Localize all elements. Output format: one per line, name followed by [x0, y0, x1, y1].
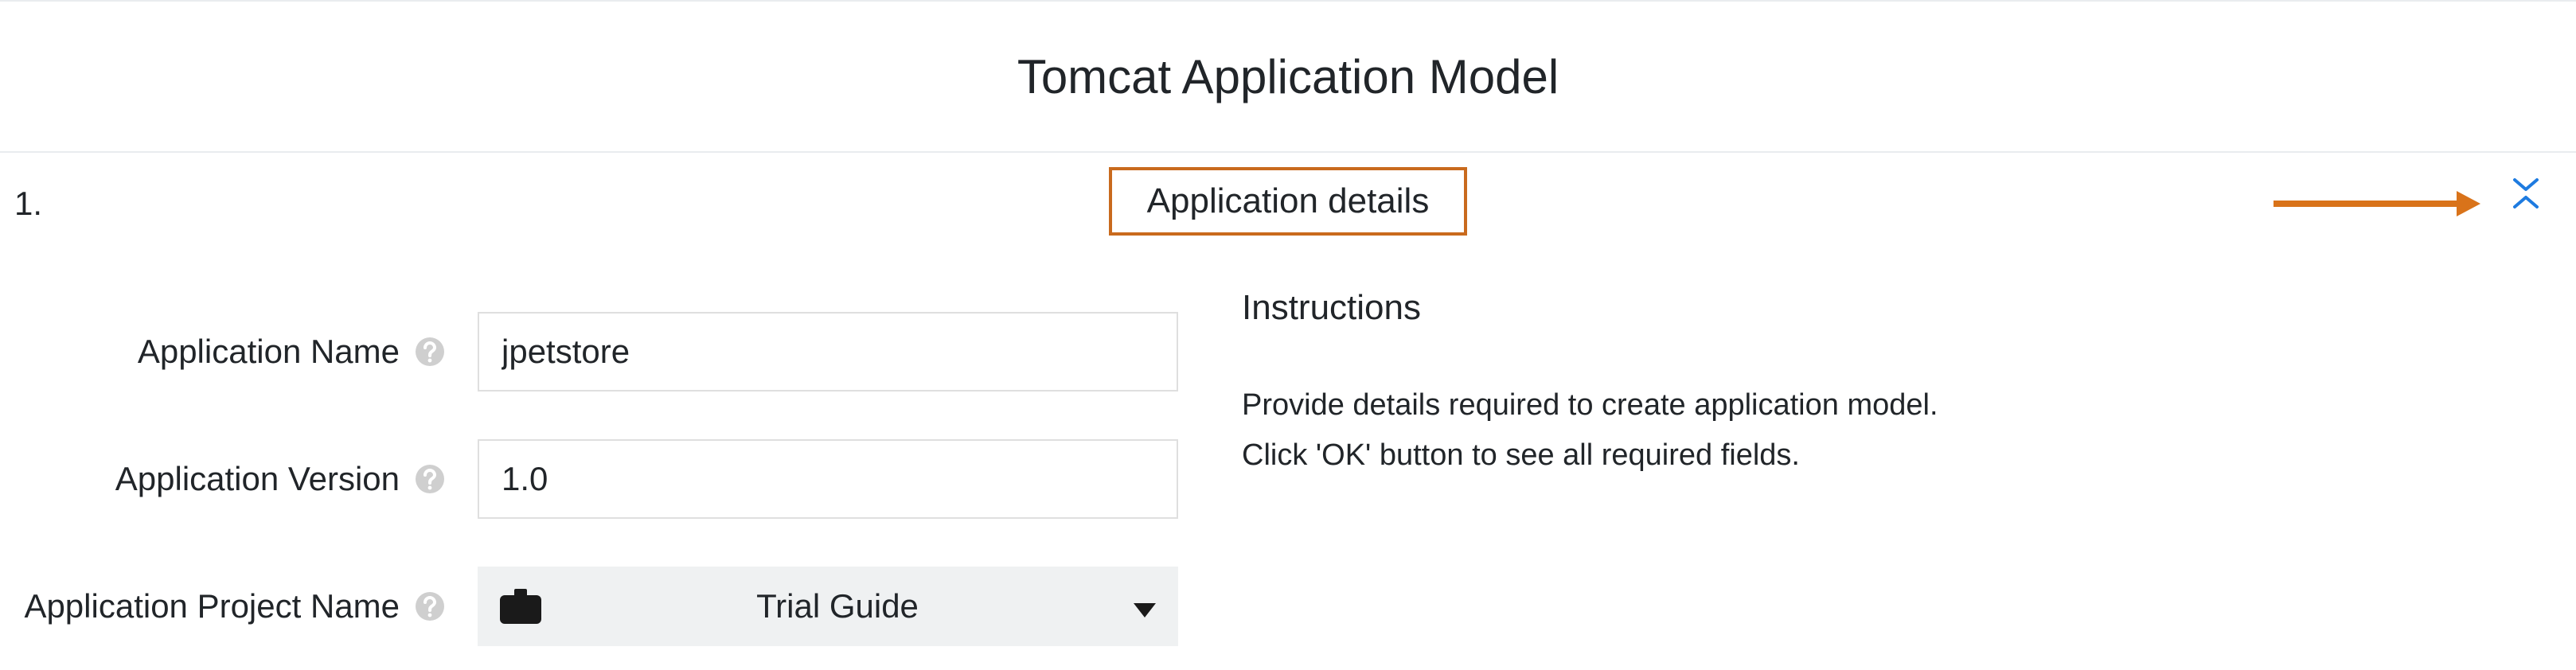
- chevron-up-icon: [2512, 194, 2539, 210]
- instructions-panel: Instructions Provide details required to…: [1242, 288, 2277, 484]
- section-heading-wrap: Application details: [0, 167, 2576, 236]
- expand-collapse-toggle[interactable]: [2512, 177, 2539, 210]
- instructions-line-2: Click 'OK' button to see all required fi…: [1242, 434, 2277, 477]
- label-application-version: Application Version: [0, 460, 454, 498]
- section-application-details: 1. Application details Appli: [0, 153, 2576, 169]
- label-application-project: Application Project Name: [0, 587, 454, 625]
- help-icon[interactable]: [414, 336, 446, 368]
- application-name-input[interactable]: [478, 312, 1178, 391]
- briefcase-icon: [500, 589, 541, 624]
- project-select[interactable]: Trial Guide: [478, 567, 1178, 646]
- section-heading: Application details: [1109, 167, 1468, 236]
- row-application-project: Application Project Name: [0, 543, 2576, 670]
- label-text-application-name: Application Name: [138, 333, 400, 371]
- chevron-down-icon: [2512, 177, 2539, 193]
- control-application-project: Trial Guide: [454, 567, 1202, 646]
- instructions-line-1: Provide details required to create appli…: [1242, 384, 2277, 427]
- instructions-title: Instructions: [1242, 288, 2277, 328]
- control-application-version: [454, 439, 1202, 519]
- label-application-name: Application Name: [0, 333, 454, 371]
- page-title: Tomcat Application Model: [1017, 49, 1559, 104]
- application-version-input[interactable]: [478, 439, 1178, 519]
- label-text-application-version: Application Version: [115, 460, 400, 498]
- control-application-name: [454, 312, 1202, 391]
- help-icon[interactable]: [414, 590, 446, 622]
- help-icon[interactable]: [414, 463, 446, 495]
- label-text-application-project: Application Project Name: [24, 587, 400, 625]
- form-area: Application Name Application: [0, 288, 2576, 670]
- page-root: Tomcat Application Model 1. Application …: [0, 0, 2576, 650]
- caret-down-icon: [1134, 587, 1156, 625]
- project-select-value: Trial Guide: [557, 587, 1118, 625]
- title-region: Tomcat Application Model: [0, 2, 2576, 153]
